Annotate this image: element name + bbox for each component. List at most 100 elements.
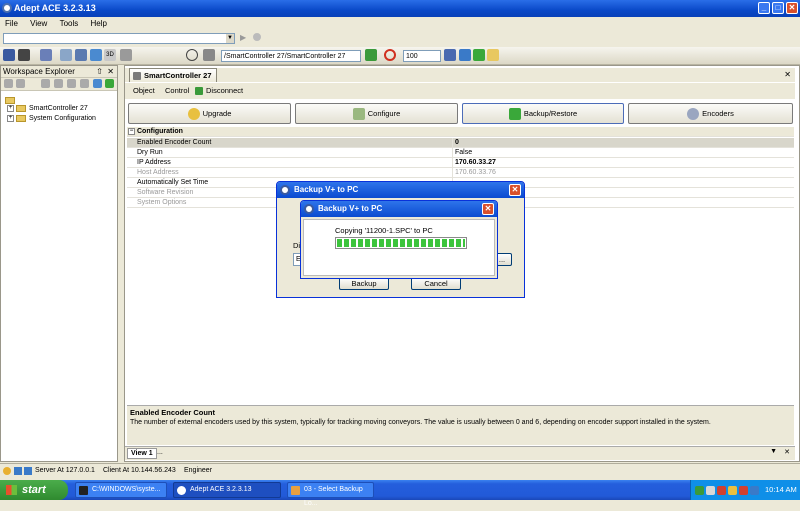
properties-icon[interactable] <box>93 79 102 88</box>
encoders-button[interactable]: Encoders <box>628 103 793 124</box>
delete-icon[interactable] <box>41 79 50 88</box>
pin-icon[interactable]: ⇧ <box>96 66 103 78</box>
speed-select[interactable]: 100 <box>403 50 441 62</box>
close-button[interactable]: ✕ <box>786 2 798 14</box>
tray-icon[interactable] <box>695 486 704 495</box>
tray-icon[interactable] <box>706 486 715 495</box>
run-icon[interactable]: ▶ <box>240 33 246 42</box>
property-value: 170.60.33.76 <box>455 169 496 176</box>
disconnect-button[interactable]: Disconnect <box>206 83 243 99</box>
layout-icon[interactable] <box>90 49 102 61</box>
object-menu: Object Control Disconnect <box>125 83 795 99</box>
stop-icon[interactable] <box>253 33 261 41</box>
progress-bar <box>335 237 467 249</box>
new-icon[interactable] <box>4 79 13 88</box>
menu-tools[interactable]: Tools <box>55 17 84 31</box>
find-icon[interactable] <box>18 49 30 61</box>
more-tabs[interactable]: ... <box>157 449 163 456</box>
property-key: Automatically Set Time <box>137 179 209 186</box>
category-configuration[interactable]: − Configuration <box>127 127 794 137</box>
controller-icon <box>133 72 141 80</box>
start-button[interactable]: start <box>0 480 68 500</box>
cut-icon[interactable] <box>80 79 89 88</box>
backup-dialog-title: Backup V+ to PC <box>294 185 359 194</box>
tray-icon[interactable] <box>728 486 737 495</box>
property-row[interactable]: Dry Run False <box>127 148 794 158</box>
robot-icon[interactable] <box>444 49 456 61</box>
progress-fill <box>337 239 465 247</box>
emergency-icon[interactable] <box>186 49 198 61</box>
maximize-button[interactable]: □ <box>772 2 784 14</box>
network-icon <box>14 467 22 475</box>
close-icon[interactable]: ✕ <box>107 66 114 78</box>
progress-dialog: Backup V+ to PC ✕ Copying '11200-1.SPC' … <box>300 200 498 279</box>
menu-control[interactable]: Control <box>165 83 189 99</box>
property-value: False <box>455 149 473 156</box>
tab-view-1[interactable]: View 1 <box>127 448 157 459</box>
folder-icon[interactable] <box>487 49 499 61</box>
upgrade-button[interactable]: Upgrade <box>128 103 291 124</box>
property-row[interactable]: Host Address 170.60.33.76 <box>127 168 794 178</box>
menu-view[interactable]: View <box>25 17 52 31</box>
save-icon[interactable] <box>3 49 15 61</box>
tray-icon[interactable] <box>739 486 748 495</box>
refresh-icon[interactable] <box>473 49 485 61</box>
tab-smartcontroller[interactable]: SmartController 27 <box>129 68 217 82</box>
property-value: 170.60.33.27 <box>455 159 496 166</box>
arrows-icon[interactable] <box>365 49 377 61</box>
menu-file[interactable]: File <box>0 17 23 31</box>
chevron-down-icon[interactable]: ▼ <box>770 448 777 455</box>
connect-icon[interactable] <box>40 49 52 61</box>
menu-object[interactable]: Object <box>133 83 155 99</box>
3d-icon[interactable]: 3D <box>104 49 116 61</box>
menu-help[interactable]: Help <box>85 17 111 31</box>
refresh-icon[interactable] <box>105 79 114 88</box>
system-tray: 10:14 AM <box>690 480 800 500</box>
network-icon <box>24 467 32 475</box>
paste-icon[interactable] <box>67 79 76 88</box>
command-input[interactable]: ▼ <box>3 33 235 44</box>
folder-icon <box>16 104 26 112</box>
category-label: Configuration <box>137 128 183 135</box>
minimize-button[interactable]: _ <box>758 2 770 14</box>
monitor-icon[interactable] <box>60 49 72 61</box>
description-title: Enabled Encoder Count <box>130 408 216 417</box>
property-row[interactable]: IP Address 170.60.33.27 <box>127 158 794 168</box>
chevron-down-icon[interactable]: ▼ <box>226 34 234 43</box>
back-icon[interactable] <box>203 49 215 61</box>
property-row[interactable]: Enabled Encoder Count 0 <box>127 138 794 148</box>
document-tab-strip: SmartController 27 ✕ <box>125 68 795 82</box>
backup-restore-label: Backup/Restore <box>523 109 578 118</box>
copy-icon[interactable] <box>54 79 63 88</box>
taskbar-item-cmd[interactable]: C:\WINDOWS\syste... <box>75 482 167 498</box>
property-key: Dry Run <box>137 149 163 156</box>
workspace-explorer-title: Workspace Explorer <box>3 67 75 76</box>
tray-icon[interactable] <box>717 486 726 495</box>
tree-item-system-configuration[interactable]: + System Configuration <box>7 114 96 124</box>
expand-icon[interactable]: + <box>7 114 14 122</box>
backup-restore-button[interactable]: Backup/Restore <box>462 103 624 124</box>
tree-item-smartcontroller[interactable]: + SmartController 27 <box>7 104 88 114</box>
close-icon[interactable]: ✕ <box>784 448 790 456</box>
paint-icon <box>291 486 300 495</box>
controller-path-select[interactable]: /SmartController 27/SmartController 27 <box>221 50 361 62</box>
taskbar-item-ace[interactable]: Adept ACE 3.2.3.13 <box>173 482 281 498</box>
panel-icon[interactable] <box>120 49 132 61</box>
property-key: Host Address <box>137 169 179 176</box>
close-icon[interactable]: ✕ <box>784 70 791 79</box>
tray-icon[interactable] <box>750 486 759 495</box>
property-key: Enabled Encoder Count <box>137 139 212 146</box>
power-icon[interactable] <box>384 49 396 61</box>
app-icon <box>280 185 290 195</box>
gear-icon <box>687 108 700 121</box>
configure-button[interactable]: Configure <box>295 103 458 124</box>
progress-close-button[interactable]: ✕ <box>482 203 494 215</box>
collapse-icon[interactable]: − <box>128 128 135 135</box>
expand-icon[interactable]: + <box>7 104 14 112</box>
dialog-close-button[interactable]: ✕ <box>509 184 521 196</box>
taskbar-item-paint[interactable]: 03 - Select Backup Lo... <box>287 482 374 507</box>
tab-label: SmartController 27 <box>144 71 212 80</box>
open-icon[interactable] <box>16 79 25 88</box>
network-icon[interactable] <box>459 49 471 61</box>
window-icon[interactable] <box>75 49 87 61</box>
